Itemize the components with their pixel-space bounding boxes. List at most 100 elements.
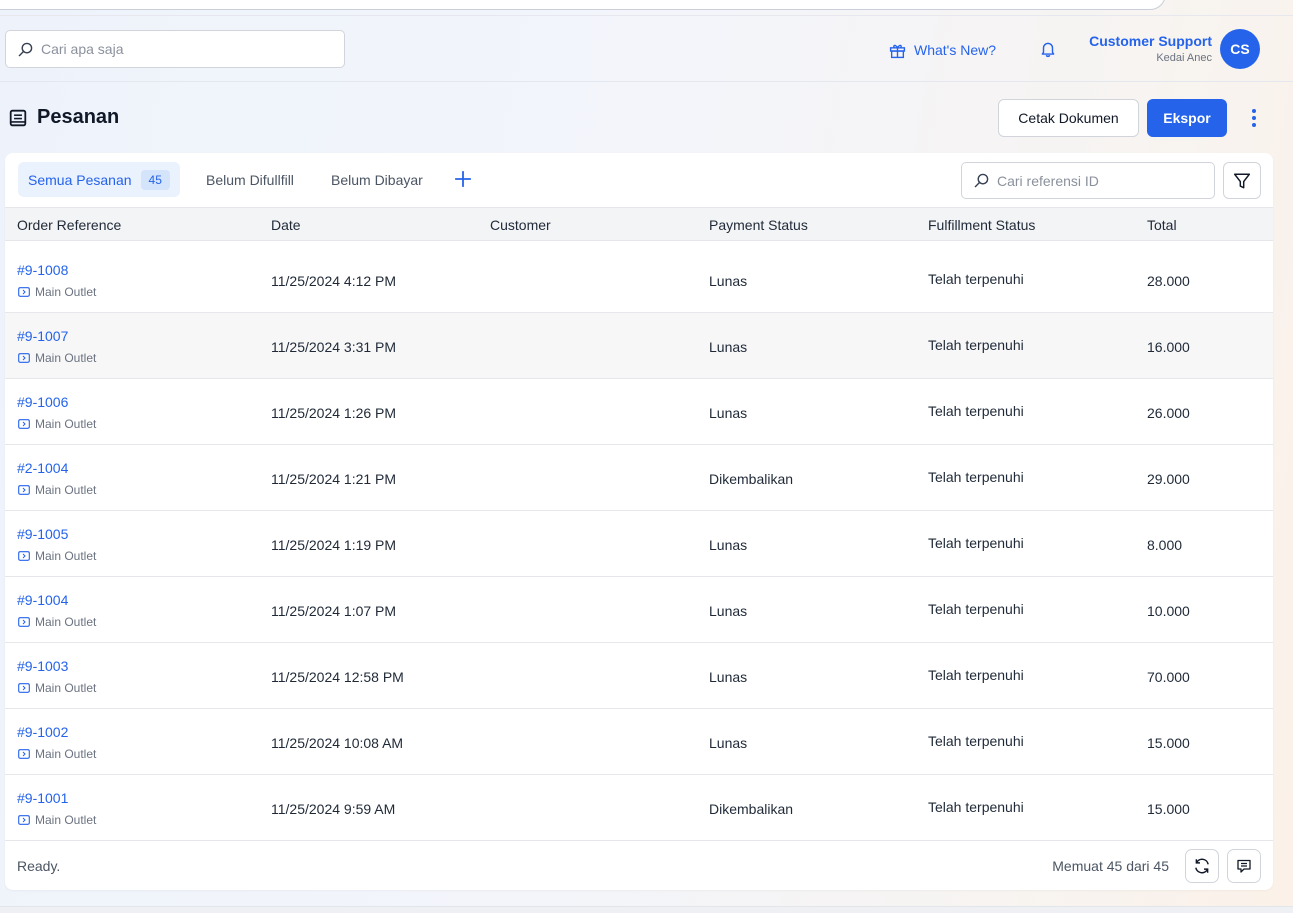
outlet-name: Main Outlet: [35, 549, 97, 563]
payment-status: Lunas: [709, 735, 748, 751]
column-header[interactable]: Date: [271, 217, 301, 233]
column-header[interactable]: Total: [1147, 217, 1177, 233]
order-reference-link[interactable]: #9-1002: [17, 724, 68, 740]
column-header[interactable]: Customer: [490, 217, 551, 233]
filter-button[interactable]: [1223, 162, 1261, 199]
gift-icon: [889, 44, 906, 58]
tab-unpaid[interactable]: Belum Dibayar: [321, 162, 433, 197]
outlet-icon: [18, 815, 30, 825]
plus-icon[interactable]: [454, 170, 472, 188]
column-header[interactable]: Payment Status: [709, 217, 808, 233]
user-store: Kedai Anec: [1156, 52, 1212, 64]
outlet-icon: [18, 551, 30, 561]
table-row[interactable]: #2-1004 Main Outlet 11/25/2024 1:21 PM D…: [5, 445, 1273, 511]
order-date: 11/25/2024 1:21 PM: [271, 471, 397, 487]
outlet-label: Main Outlet: [18, 417, 96, 431]
order-total: 70.000: [1147, 669, 1190, 685]
global-search[interactable]: [5, 30, 345, 68]
filter-icon: [1233, 173, 1251, 188]
payment-status: Lunas: [709, 669, 748, 685]
outlet-icon: [18, 485, 30, 495]
fulfillment-status: Telah terpenuhi: [928, 337, 1024, 353]
order-date: 11/25/2024 4:12 PM: [271, 273, 397, 289]
order-date: 11/25/2024 10:08 AM: [271, 735, 404, 751]
bell-icon[interactable]: [1039, 40, 1057, 58]
outlet-label: Main Outlet: [18, 681, 96, 695]
table-header: Order Reference Date Customer Payment St…: [5, 207, 1273, 241]
table-row[interactable]: #9-1005 Main Outlet 11/25/2024 1:19 PM L…: [5, 511, 1273, 577]
outlet-icon: [18, 617, 30, 627]
outlet-label: Main Outlet: [18, 747, 96, 761]
chat-button[interactable]: [1227, 849, 1261, 883]
order-reference-link[interactable]: #9-1001: [17, 790, 68, 806]
order-date: 11/25/2024 1:26 PM: [271, 405, 397, 421]
outlet-name: Main Outlet: [35, 351, 97, 365]
fulfillment-status: Telah terpenuhi: [928, 601, 1024, 617]
bottom-divider: [0, 906, 1293, 913]
order-date: 11/25/2024 9:59 AM: [271, 801, 396, 817]
order-total: 29.000: [1147, 471, 1190, 487]
whats-new-link[interactable]: What's New?: [889, 40, 996, 60]
refresh-button[interactable]: [1185, 849, 1219, 883]
outlet-icon: [18, 683, 30, 693]
order-reference-link[interactable]: #9-1008: [17, 262, 68, 278]
order-reference-link[interactable]: #9-1007: [17, 328, 68, 344]
outlet-label: Main Outlet: [18, 813, 96, 827]
global-search-input[interactable]: [41, 41, 331, 57]
order-total: 8.000: [1147, 537, 1183, 553]
table-row[interactable]: #9-1003 Main Outlet 11/25/2024 12:58 PM …: [5, 643, 1273, 709]
tab-all-orders[interactable]: Semua Pesanan 45: [18, 162, 180, 197]
fulfillment-status: Telah terpenuhi: [928, 271, 1024, 287]
fulfillment-status: Telah terpenuhi: [928, 535, 1024, 551]
order-reference-link[interactable]: #9-1004: [17, 592, 68, 608]
page-title: Pesanan: [9, 106, 119, 129]
print-document-button[interactable]: Cetak Dokumen: [998, 99, 1139, 137]
document-icon: [9, 109, 27, 126]
outlet-label: Main Outlet: [18, 615, 96, 629]
outlet-name: Main Outlet: [35, 813, 97, 827]
tab-unfulfilled[interactable]: Belum Difullfill: [196, 162, 304, 197]
payment-status: Lunas: [709, 273, 748, 289]
column-header[interactable]: Fulfillment Status: [928, 217, 1035, 233]
fulfillment-status: Telah terpenuhi: [928, 469, 1024, 485]
order-date: 11/25/2024 3:31 PM: [271, 339, 397, 355]
outlet-name: Main Outlet: [35, 747, 97, 761]
outlet-name: Main Outlet: [35, 285, 97, 299]
order-reference-link[interactable]: #9-1006: [17, 394, 68, 410]
orders-card: Semua Pesanan 45 Belum Difullfill Belum …: [5, 153, 1273, 890]
table-footer: Ready. Memuat 45 dari 45: [5, 841, 1273, 890]
outlet-label: Main Outlet: [18, 549, 96, 563]
user-info[interactable]: Customer Support Kedai Anec: [1089, 32, 1212, 66]
chat-icon: [1237, 859, 1251, 873]
outlet-name: Main Outlet: [35, 615, 97, 629]
kebab-icon[interactable]: [1244, 107, 1264, 129]
order-date: 11/25/2024 12:58 PM: [271, 669, 404, 685]
order-date: 11/25/2024 1:07 PM: [271, 603, 397, 619]
order-reference-link[interactable]: #9-1003: [17, 658, 68, 674]
user-name: Customer Support: [1089, 33, 1212, 49]
outlet-label: Main Outlet: [18, 483, 96, 497]
order-total: 15.000: [1147, 801, 1190, 817]
outlet-icon: [18, 353, 30, 363]
table-row[interactable]: #9-1006 Main Outlet 11/25/2024 1:26 PM L…: [5, 379, 1273, 445]
column-header[interactable]: Order Reference: [17, 217, 121, 233]
table-row[interactable]: #9-1008 Main Outlet 11/25/2024 4:12 PM L…: [5, 247, 1273, 313]
order-total: 28.000: [1147, 273, 1190, 289]
reference-search[interactable]: [961, 162, 1215, 199]
table-row[interactable]: #9-1004 Main Outlet 11/25/2024 1:07 PM L…: [5, 577, 1273, 643]
fulfillment-status: Telah terpenuhi: [928, 733, 1024, 749]
order-tabs: Semua Pesanan 45 Belum Difullfill Belum …: [5, 153, 1273, 207]
export-button[interactable]: Ekspor: [1147, 99, 1227, 137]
reference-search-input[interactable]: [997, 172, 1197, 189]
outlet-icon: [18, 419, 30, 429]
order-reference-link[interactable]: #9-1005: [17, 526, 68, 542]
avatar[interactable]: CS: [1220, 29, 1260, 69]
table-row[interactable]: #9-1001 Main Outlet 11/25/2024 9:59 AM D…: [5, 775, 1273, 841]
table-row[interactable]: #9-1002 Main Outlet 11/25/2024 10:08 AM …: [5, 709, 1273, 775]
table-row[interactable]: #9-1007 Main Outlet 11/25/2024 3:31 PM L…: [5, 313, 1273, 379]
order-total: 16.000: [1147, 339, 1190, 355]
tab-all-orders-count: 45: [140, 169, 170, 190]
order-reference-link[interactable]: #2-1004: [17, 460, 68, 476]
page-title-text: Pesanan: [37, 106, 120, 128]
outlet-name: Main Outlet: [35, 483, 97, 497]
